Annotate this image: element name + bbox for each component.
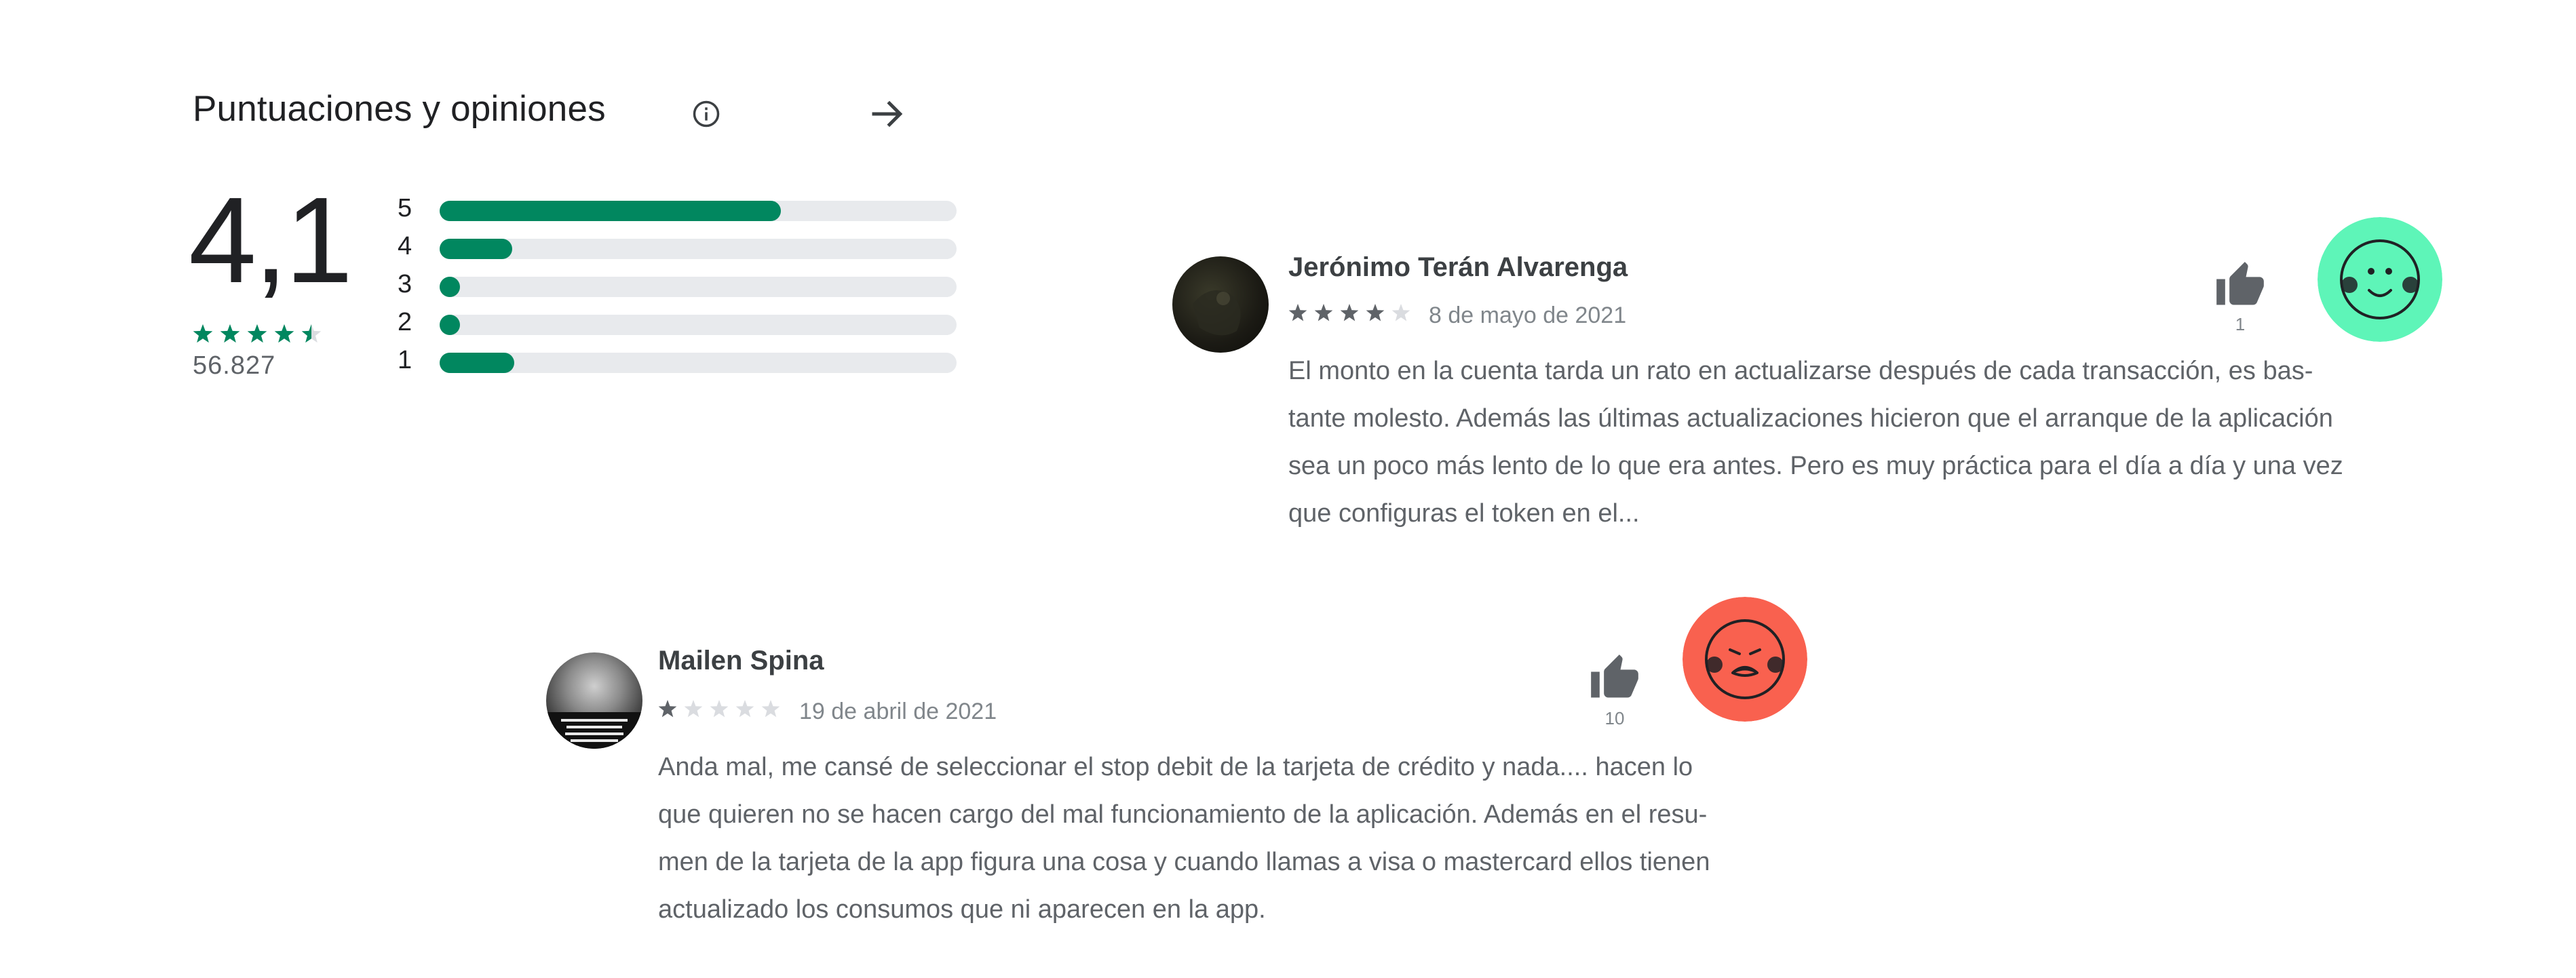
- histogram-bar: [440, 353, 515, 373]
- review-line: actualizado los consumos que ni aparecen…: [658, 895, 1266, 924]
- review-stars: [1288, 304, 1410, 321]
- histogram-bar: [440, 277, 460, 297]
- histogram-label: 4: [398, 232, 412, 260]
- histogram-row: 1: [398, 343, 957, 381]
- review-text: El monto en la cuenta tarda un rato en a…: [1288, 347, 2343, 537]
- thumbs-up-icon[interactable]: [2214, 260, 2266, 311]
- review-date: 19 de abril de 2021: [799, 699, 997, 724]
- histogram-row: 5: [398, 191, 957, 229]
- average-rating: 4,1: [189, 172, 353, 309]
- review-stars: [658, 700, 780, 718]
- histogram-bar: [440, 315, 460, 335]
- happy-face-icon: [2318, 217, 2442, 342]
- histogram-bar: [440, 239, 512, 259]
- thumbs-up-icon[interactable]: [1589, 652, 1640, 704]
- sad-face-icon: [1683, 597, 1807, 722]
- histogram-track: [440, 201, 957, 221]
- histogram-bar: [440, 201, 781, 221]
- avatar: [1172, 256, 1269, 353]
- avatar: [546, 652, 642, 749]
- star-icon: [1366, 304, 1385, 321]
- review-line: Anda mal, me cansé de seleccionar el sto…: [658, 753, 1693, 781]
- reviewer-name: Mailen Spina: [658, 646, 824, 676]
- star-icon: [658, 700, 677, 718]
- histogram-label: 2: [398, 308, 412, 336]
- star-icon: [710, 700, 729, 718]
- star-icon: [220, 324, 240, 343]
- histogram-label: 1: [398, 346, 412, 374]
- star-icon: [1314, 304, 1333, 321]
- review-line: El monto en la cuenta tarda un rato en a…: [1288, 357, 2313, 385]
- review-line: men de la tarjeta de la app figura una c…: [658, 848, 1710, 876]
- histogram-row: 3: [398, 267, 957, 305]
- histogram-track: [440, 239, 957, 259]
- histogram-track: [440, 353, 957, 373]
- histogram-track: [440, 315, 957, 335]
- review-text: Anda mal, me cansé de seleccionar el sto…: [658, 743, 1710, 933]
- info-icon[interactable]: [692, 100, 720, 128]
- review-line: que configuras el token en el...: [1288, 499, 1640, 528]
- star-icon: [735, 700, 754, 718]
- star-icon: [247, 324, 267, 343]
- histogram-label: 3: [398, 270, 412, 298]
- average-stars: [193, 324, 322, 343]
- star-icon: [761, 700, 780, 718]
- star-icon: [274, 324, 294, 343]
- helpful-count: 10: [1604, 708, 1625, 728]
- histogram-label: 5: [398, 194, 412, 222]
- review-date: 8 de mayo de 2021: [1429, 302, 1627, 328]
- star-icon: [1340, 304, 1359, 321]
- star-icon: [684, 700, 703, 718]
- star-icon: [1288, 304, 1307, 321]
- star-icon: [193, 324, 213, 343]
- reviewer-name: Jerónimo Terán Alvarenga: [1288, 252, 1628, 282]
- histogram-track: [440, 277, 957, 297]
- helpful-count: 1: [2235, 314, 2246, 334]
- section-title: Puntuaciones y opiniones: [193, 89, 606, 129]
- review-line: sea un poco más lento de lo que era ante…: [1288, 452, 2343, 480]
- histogram-row: 4: [398, 229, 957, 267]
- rating-count: 56.827: [193, 351, 276, 380]
- arrow-right-icon[interactable]: [867, 94, 908, 134]
- star-icon: [1391, 304, 1410, 321]
- review-line: tante molesto. Además las últimas actual…: [1288, 404, 2333, 433]
- histogram-row: 2: [398, 305, 957, 343]
- review-line: que quieren no se hacen cargo del mal fu…: [658, 800, 1708, 829]
